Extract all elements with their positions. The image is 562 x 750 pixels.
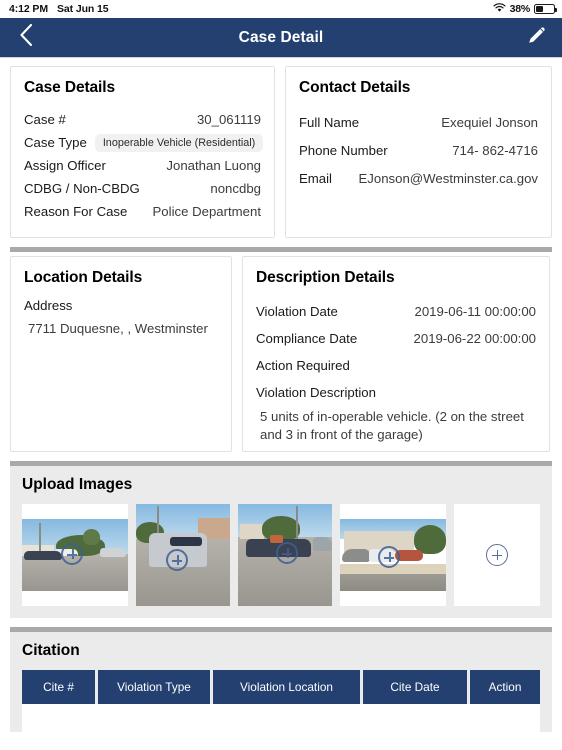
case-type-label: Case Type	[24, 135, 87, 150]
battery-percent-label: 38%	[509, 3, 531, 15]
case-type-value[interactable]: Inoperable Vehicle (Residential)	[94, 133, 264, 152]
phone-number-value: 714- 862-4716	[452, 142, 538, 158]
wifi-icon	[492, 2, 506, 16]
section-upload-images: Upload Images	[0, 461, 562, 627]
action-required-label: Action Required	[256, 358, 350, 373]
case-details-heading: Case Details	[24, 79, 115, 96]
address-value: 7711 Duquesne, , Westminster	[28, 321, 208, 336]
email-label: Email	[299, 170, 332, 186]
section-location-description: Location Details Address 7711 Duquesne, …	[0, 247, 562, 461]
back-button[interactable]	[0, 23, 52, 52]
citation-panel: Citation Cite # Violation Type Violation…	[10, 632, 552, 732]
violation-description-label: Violation Description	[256, 385, 376, 400]
case-number-label: Case #	[24, 112, 66, 127]
plus-circle-icon	[486, 544, 508, 566]
assign-officer-value: Jonathan Luong	[166, 158, 261, 173]
section-citation: Citation Cite # Violation Type Violation…	[0, 627, 562, 732]
full-name-label: Full Name	[299, 114, 360, 130]
full-name-value: Exequiel Jonson	[441, 114, 538, 130]
column-header-violation-type[interactable]: Violation Type	[98, 670, 210, 704]
field-phone-number: Phone Number 714- 862-4716	[299, 136, 538, 164]
card-case-details: Case Details Case # 30_061119 Case Type …	[10, 66, 275, 238]
column-header-action[interactable]: Action	[470, 670, 540, 704]
plus-circle-icon	[377, 546, 400, 569]
violation-date-label: Violation Date	[256, 304, 338, 319]
card-location-details: Location Details Address 7711 Duquesne, …	[10, 256, 232, 452]
thumbnail-image-3	[238, 504, 332, 606]
field-full-name: Full Name Exequiel Jonson	[299, 108, 538, 136]
card-description-details: Description Details Violation Date 2019-…	[242, 256, 550, 452]
column-header-violation-location[interactable]: Violation Location	[213, 670, 360, 704]
navigation-bar: Case Detail	[0, 18, 562, 58]
compliance-date-label: Compliance Date	[256, 331, 358, 346]
case-detail-screen: 4:12 PM Sat Jun 15 38% Case Detail Case …	[0, 0, 562, 750]
add-image-button[interactable]	[454, 504, 540, 606]
citation-table-body	[22, 704, 540, 732]
thumbnail-list	[22, 504, 540, 606]
violation-description-value: 5 units of in-operable vehicle. (2 on th…	[260, 409, 524, 442]
field-case-number: Case # 30_061119	[24, 108, 261, 131]
upload-images-heading: Upload Images	[22, 476, 133, 493]
column-header-cite-number[interactable]: Cite #	[22, 670, 95, 704]
chevron-left-icon	[19, 23, 33, 52]
case-number-value: 30_061119	[196, 112, 261, 127]
assign-officer-label: Assign Officer	[24, 158, 106, 173]
compliance-date-value: 2019-06-22 00:00:00	[413, 331, 536, 346]
thumbnail-item[interactable]	[340, 504, 446, 606]
plus-circle-icon	[60, 542, 83, 565]
cdbg-label: CDBG / Non-CBDG	[24, 181, 140, 196]
status-bar-date: Sat Jun 15	[56, 3, 109, 15]
thumbnail-image-4	[340, 519, 446, 591]
description-details-heading: Description Details	[256, 269, 395, 286]
violation-date-value: 2019-06-11 00:00:00	[414, 304, 536, 319]
location-details-heading: Location Details	[24, 269, 143, 286]
contact-details-heading: Contact Details	[299, 79, 411, 96]
page-title: Case Detail	[238, 28, 324, 46]
thumbnail-item[interactable]	[136, 504, 230, 606]
thumbnail-item[interactable]	[22, 504, 128, 606]
plus-circle-icon	[166, 549, 189, 572]
phone-number-label: Phone Number	[299, 142, 388, 158]
column-header-cite-date[interactable]: Cite Date	[363, 670, 467, 704]
pencil-icon	[526, 24, 548, 51]
reason-for-case-value: Police Department	[152, 204, 261, 219]
status-bar: 4:12 PM Sat Jun 15 38%	[0, 0, 562, 18]
field-email: Email EJonson@Westminster.ca.gov	[299, 164, 538, 192]
thumbnail-item[interactable]	[238, 504, 332, 606]
field-compliance-date: Compliance Date 2019-06-22 00:00:00	[256, 325, 536, 352]
battery-icon	[534, 4, 557, 14]
reason-for-case-label: Reason For Case	[24, 204, 128, 219]
address-label: Address	[24, 298, 73, 313]
thumbnail-image-1	[22, 519, 128, 591]
citation-table-header: Cite # Violation Type Violation Location…	[22, 670, 540, 704]
email-value: EJonson@Westminster.ca.gov	[358, 170, 538, 186]
upload-images-panel: Upload Images	[10, 466, 552, 618]
field-case-type[interactable]: Case Type Inoperable Vehicle (Residentia…	[24, 131, 264, 154]
card-contact-details: Contact Details Full Name Exequiel Jonso…	[285, 66, 552, 238]
citation-heading: Citation	[22, 642, 80, 659]
plus-circle-icon	[275, 541, 298, 564]
field-violation-date: Violation Date 2019-06-11 00:00:00	[256, 298, 536, 325]
cdbg-value: noncdbg	[210, 181, 261, 196]
section-case-contact: Case Details Case # 30_061119 Case Type …	[0, 58, 562, 247]
field-assign-officer: Assign Officer Jonathan Luong	[24, 154, 261, 177]
status-bar-time: 4:12 PM	[9, 3, 48, 15]
field-cdbg: CDBG / Non-CBDG noncdbg	[24, 177, 261, 200]
page-content: Case Details Case # 30_061119 Case Type …	[0, 58, 562, 750]
thumbnail-image-2	[136, 504, 230, 606]
edit-button[interactable]	[512, 24, 562, 51]
field-reason-for-case: Reason For Case Police Department	[24, 200, 261, 223]
